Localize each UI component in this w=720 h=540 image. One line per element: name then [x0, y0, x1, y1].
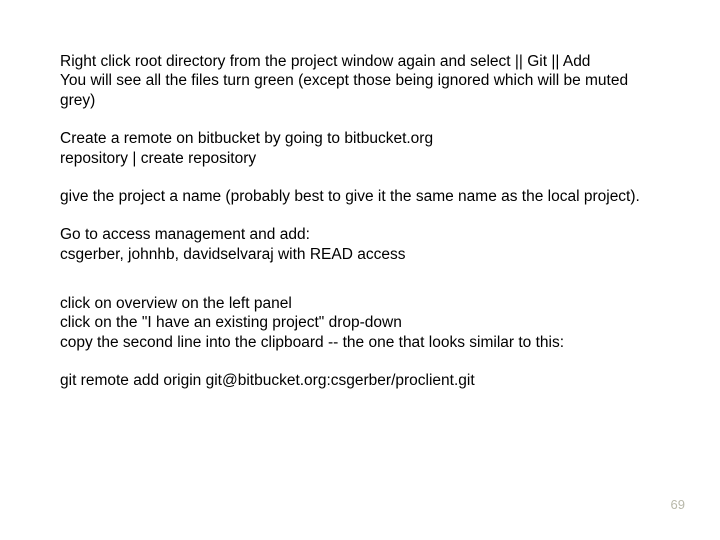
paragraph-5: click on overview on the left panel clic… — [60, 294, 660, 352]
document-content: Right click root directory from the proj… — [0, 0, 720, 391]
text-line: copy the second line into the clipboard … — [60, 333, 660, 352]
text-line: click on overview on the left panel — [60, 294, 660, 313]
text-line: git remote add origin git@bitbucket.org:… — [60, 371, 660, 390]
paragraph-2: Create a remote on bitbucket by going to… — [60, 129, 660, 168]
text-line: click on the "I have an existing project… — [60, 313, 660, 332]
page-number: 69 — [671, 497, 685, 512]
text-line: give the project a name (probably best t… — [60, 187, 660, 206]
text-line: Create a remote on bitbucket by going to… — [60, 129, 660, 148]
text-line: Go to access management and add: — [60, 225, 660, 244]
text-line: You will see all the files turn green (e… — [60, 71, 660, 110]
paragraph-6: git remote add origin git@bitbucket.org:… — [60, 371, 660, 390]
text-line: repository | create repository — [60, 149, 660, 168]
paragraph-1: Right click root directory from the proj… — [60, 52, 660, 110]
paragraph-4: Go to access management and add: csgerbe… — [60, 225, 660, 264]
paragraph-3: give the project a name (probably best t… — [60, 187, 660, 206]
text-line: Right click root directory from the proj… — [60, 52, 660, 71]
text-line: csgerber, johnhb, davidselvaraj with REA… — [60, 245, 660, 264]
